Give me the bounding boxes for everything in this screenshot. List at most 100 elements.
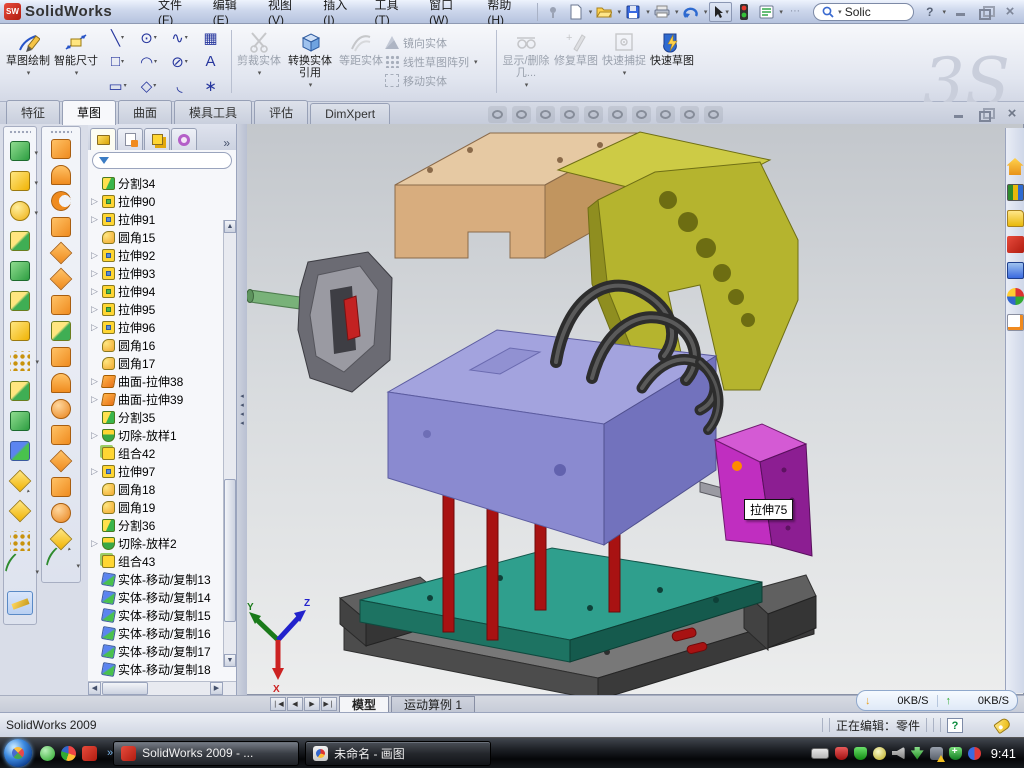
security-shield-icon[interactable] xyxy=(854,747,867,760)
tree-filter-input[interactable] xyxy=(92,152,232,169)
sketch-entity-button[interactable]: ▭▾ xyxy=(102,74,133,98)
volume-icon[interactable] xyxy=(892,747,905,760)
ribbon-tab[interactable]: 评估 xyxy=(254,100,308,124)
sketch-entity-button[interactable]: ▦▾ xyxy=(195,26,226,50)
view-tool-icon[interactable] xyxy=(488,106,507,123)
sketch-entity-button[interactable]: ⊙▾ xyxy=(133,26,164,50)
network-warning-icon[interactable] xyxy=(930,747,943,760)
quick-launch-solidworks-icon[interactable] xyxy=(82,746,97,761)
tree-item[interactable]: ▷ 实体-移动/复制13 xyxy=(90,570,236,588)
minimize-button[interactable] xyxy=(954,6,970,18)
shell-button[interactable]: ▾ xyxy=(10,291,30,311)
save-icon[interactable] xyxy=(623,2,643,22)
swept-boss-button[interactable]: ▾ xyxy=(10,231,30,251)
draft-button[interactable]: ▾ xyxy=(10,321,30,341)
close-button[interactable]: × xyxy=(1002,6,1018,18)
property-manager-tab[interactable] xyxy=(117,128,143,150)
model-tab[interactable]: 模型 xyxy=(339,696,389,712)
split-button[interactable]: ▾ xyxy=(10,381,30,401)
open-file-icon[interactable] xyxy=(594,2,614,22)
ribbon-tab[interactable]: 草图 xyxy=(62,100,116,125)
lofted-boss-button[interactable]: ▾ xyxy=(10,261,30,281)
overflow-toolbar-icon[interactable]: ⋯ xyxy=(785,2,805,22)
extend-surface-button[interactable]: ▾ xyxy=(51,399,71,419)
ribbon-tab[interactable]: 特征 xyxy=(6,100,60,124)
tree-item[interactable]: ▷ 实体-移动/复制16 xyxy=(90,624,236,642)
doc-restore-button[interactable] xyxy=(978,108,994,120)
tree-item[interactable]: ▷ 拉伸93 xyxy=(90,264,236,282)
design-library-icon[interactable] xyxy=(1007,184,1024,201)
tree-item[interactable]: ▷ 曲面-拉伸39 xyxy=(90,390,236,408)
expand-arrow-icon[interactable]: ▷ xyxy=(90,322,99,333)
expand-arrow-icon[interactable]: ▷ xyxy=(90,394,99,405)
ribbon-tab[interactable]: DimXpert xyxy=(310,103,390,124)
appearances-icon[interactable] xyxy=(1007,288,1024,305)
instant3d-button[interactable]: ▾ xyxy=(7,591,33,615)
sketch-entity-button[interactable]: ◠▾ xyxy=(133,50,164,74)
sketch-entity-button[interactable]: ◟▾ xyxy=(164,74,195,98)
taskbar-window-button[interactable]: SolidWorks 2009 - ... xyxy=(113,741,299,766)
messenger-tray-icon[interactable] xyxy=(968,747,981,760)
tree-item[interactable]: ▷ 实体-移动/复制14 xyxy=(90,588,236,606)
tree-item[interactable]: ▷ 分割34 xyxy=(90,174,236,192)
scroll-left-arrow[interactable]: ◀ xyxy=(88,682,101,695)
view-tool-icon[interactable] xyxy=(656,106,675,123)
undo-icon[interactable] xyxy=(681,2,701,22)
trim-entities-button[interactable]: 剪裁实体 ▾ xyxy=(235,26,283,97)
tree-vertical-scrollbar[interactable]: ▲ ▼ xyxy=(223,220,236,667)
sketch-entity-button[interactable]: ◇▾ xyxy=(133,74,164,98)
expand-arrow-icon[interactable]: ▷ xyxy=(90,466,99,477)
knit-surface-button[interactable]: ▾ xyxy=(51,347,71,367)
antivirus-icon[interactable] xyxy=(835,747,848,760)
tree-item[interactable]: ▷ 组合42 xyxy=(90,444,236,462)
expand-arrow-icon[interactable]: ▷ xyxy=(90,538,99,549)
tree-item[interactable]: ▷ 曲面-拉伸38 xyxy=(90,372,236,390)
ribbon-tab[interactable]: 模具工具 xyxy=(174,100,252,124)
tree-item[interactable]: ▷ 圆角17 xyxy=(90,354,236,372)
untrim-surface-button[interactable]: ▾ xyxy=(50,450,73,473)
expand-arrow-icon[interactable]: ▷ xyxy=(90,250,99,261)
extruded-boss-button[interactable]: ▾ xyxy=(10,141,30,161)
dimxpert-manager-tab[interactable] xyxy=(171,128,197,150)
sketch-entity-button[interactable]: ∗▾ xyxy=(195,74,226,98)
mirror-entities-button[interactable]: 镜向实体 xyxy=(385,35,493,51)
tree-item[interactable]: ▷ 圆角19 xyxy=(90,498,236,516)
search-box[interactable]: ▾ Solic xyxy=(813,3,914,21)
file-explorer-icon[interactable] xyxy=(1007,210,1024,227)
elbow-surface-button[interactable]: ▾ xyxy=(51,373,71,393)
feature-manager-tab[interactable] xyxy=(90,128,116,150)
swept-surface-button[interactable]: ▾ xyxy=(51,139,71,159)
rebuild-traffic-light-icon[interactable] xyxy=(734,2,754,22)
solidworks-search-icon[interactable] xyxy=(1007,236,1024,253)
prev-tab-button[interactable]: ◀ xyxy=(287,697,303,711)
offset-surface-button[interactable]: ▾ xyxy=(51,321,71,341)
tag-icon[interactable] xyxy=(993,716,1012,734)
expand-arrow-icon[interactable]: ▷ xyxy=(90,214,99,225)
configuration-manager-tab[interactable] xyxy=(144,128,170,150)
move-entities-button[interactable]: 移动实体 xyxy=(385,73,493,89)
start-button[interactable] xyxy=(4,739,32,767)
view-tool-icon[interactable] xyxy=(632,106,651,123)
tree-item[interactable]: ▷ 组合43 xyxy=(90,552,236,570)
dome-button[interactable]: ▾ xyxy=(51,503,71,523)
tree-item[interactable]: ▷ 拉伸97 xyxy=(90,462,236,480)
input-method-icon[interactable] xyxy=(811,748,829,759)
tree-item[interactable]: ▷ 切除-放样2 xyxy=(90,534,236,552)
first-tab-button[interactable]: ❘◀ xyxy=(270,697,286,711)
tree-item[interactable]: ▷ 实体-移动/复制18 xyxy=(90,660,236,678)
curve-through-points-button[interactable]: ▾ xyxy=(10,531,30,551)
move-copy-body-button[interactable]: ▾ xyxy=(10,441,30,461)
tree-item[interactable]: ▷ 拉伸95 xyxy=(90,300,236,318)
tree-item[interactable]: ▷ 圆角15 xyxy=(90,228,236,246)
network-speed-monitor[interactable]: ↓ 0KB/S ↑ 0KB/S xyxy=(856,690,1018,711)
sketch-entity-button[interactable]: ╲▾ xyxy=(102,26,133,50)
boundary-surface-button[interactable]: ▾ xyxy=(50,242,73,265)
tree-item[interactable]: ▷ 拉伸94 xyxy=(90,282,236,300)
view-tool-icon[interactable] xyxy=(704,106,723,123)
custom-properties-icon[interactable] xyxy=(1007,314,1024,331)
view-palette-icon[interactable] xyxy=(1007,262,1024,279)
smart-fastener-button[interactable]: ▾ xyxy=(9,500,32,523)
options-checklist-icon[interactable] xyxy=(756,2,776,22)
quick-launch-browser-icon[interactable] xyxy=(61,746,76,761)
curve-surface-button[interactable]: ▾ xyxy=(51,555,71,575)
